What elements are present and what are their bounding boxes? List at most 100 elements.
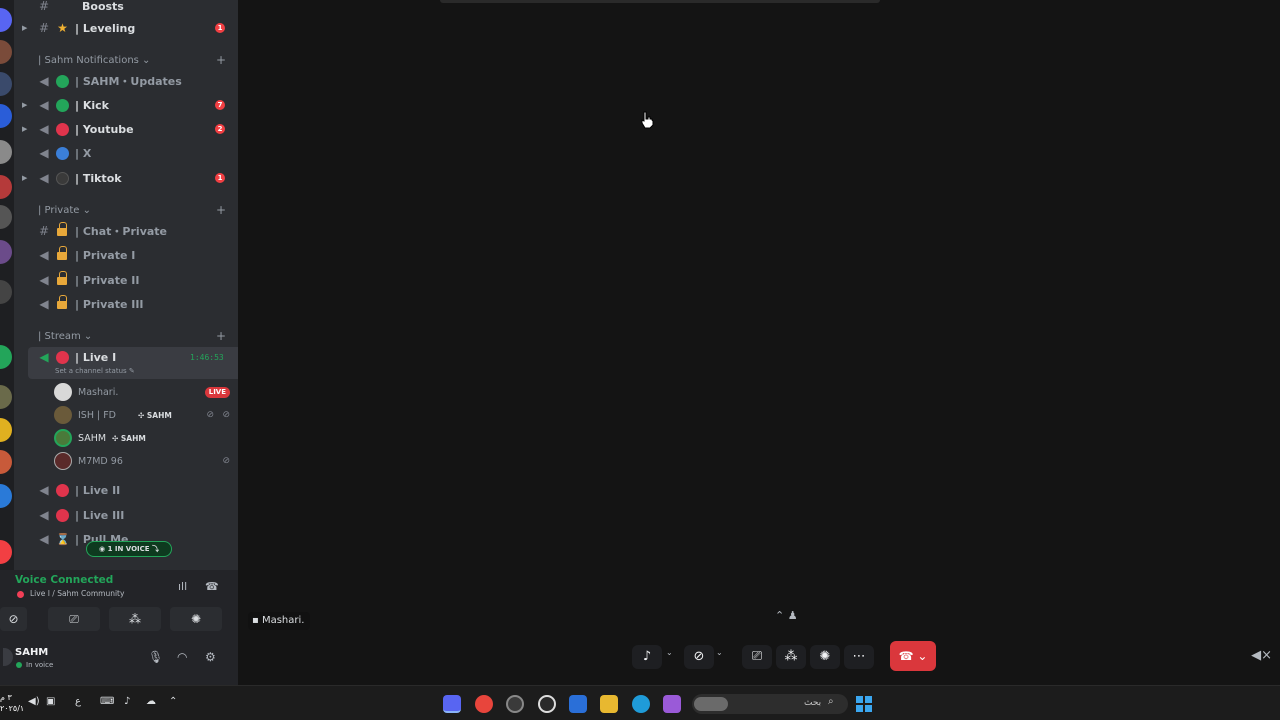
screen-share-button[interactable]: ⎚	[742, 645, 772, 669]
voice-user[interactable]: Mashari. LIVE	[54, 381, 238, 403]
channel-x[interactable]: ◀ | X	[14, 141, 238, 165]
cloud-icon[interactable]: ☁	[146, 696, 156, 707]
channel-updates[interactable]: ◀ | SAHM・Updates	[14, 69, 238, 93]
voice-connected-title[interactable]: Voice Connected	[15, 574, 113, 586]
voice-user[interactable]: ISH | FD ✣ SAHM ⊘ ⊘	[54, 404, 238, 426]
add-channel-button[interactable]: +	[216, 203, 226, 217]
mic-button[interactable]: ♪	[632, 645, 662, 669]
caret-icon: ▶	[22, 24, 28, 32]
chrome-taskbar-icon[interactable]	[475, 695, 493, 713]
add-channel-button[interactable]: +	[216, 53, 226, 67]
channel-chat-private[interactable]: # | Chat・Private	[14, 219, 238, 243]
server-icon[interactable]	[0, 385, 12, 409]
megaphone-icon: ◀	[39, 146, 49, 160]
channel-name: Boosts	[82, 0, 124, 13]
server-icon[interactable]	[0, 104, 12, 128]
in-voice-pill[interactable]: ◉ 1 IN VOICE ⤵	[86, 541, 172, 557]
camera-button[interactable]: ⊘	[684, 645, 714, 669]
server-icon[interactable]	[0, 205, 12, 229]
chevron-down-icon[interactable]: ⌄	[666, 648, 673, 657]
more-options-button[interactable]: ⋯	[844, 645, 874, 669]
disconnect-button[interactable]: ☎ ⌄	[890, 641, 936, 671]
microphone-icon[interactable]: 🎙︎	[148, 650, 163, 664]
channel-kick[interactable]: ▶ ◀ | Kick 7	[14, 93, 238, 117]
user-name[interactable]: SAHM	[15, 647, 48, 658]
server-icon[interactable]	[0, 72, 12, 96]
server-icon[interactable]	[0, 450, 12, 474]
avatar	[54, 429, 72, 447]
network-icon[interactable]: ▣	[46, 696, 55, 707]
server-icon[interactable]	[0, 484, 12, 508]
category-private[interactable]: | Private ⌄	[38, 205, 91, 216]
add-channel-button[interactable]: +	[216, 329, 226, 343]
channel-tiktok[interactable]: ▶ ◀ | Tiktok 1	[14, 166, 238, 190]
volume-icon[interactable]: ◀)	[28, 696, 40, 707]
channel-name: | Private II	[75, 273, 140, 287]
activities-button[interactable]: ⁂	[109, 607, 161, 631]
server-icon[interactable]	[0, 280, 12, 304]
soundboard-button[interactable]: ✺	[810, 645, 840, 669]
screen-share-button[interactable]: ⎚	[48, 607, 100, 631]
server-icon[interactable]	[0, 8, 12, 32]
server-icon[interactable]	[0, 240, 12, 264]
server-tag: ✣ SAHM	[112, 433, 146, 443]
obs-taskbar-icon[interactable]	[506, 695, 524, 713]
lock-icon	[57, 271, 67, 285]
channel-name: | Youtube	[75, 122, 134, 136]
channel-private-3[interactable]: ◀ | Private III	[14, 292, 238, 316]
user-status: In voice	[26, 661, 54, 669]
settings-taskbar-icon[interactable]	[538, 695, 556, 713]
search-placeholder: بحث	[804, 698, 822, 708]
set-channel-status[interactable]: Set a channel status ✎	[55, 367, 135, 375]
channel-leveling[interactable]: ▶ # ★ | Leveling 1	[14, 16, 238, 40]
server-icon[interactable]	[0, 345, 12, 369]
channel-live-3[interactable]: ◀ | Live III	[14, 503, 238, 527]
hash-icon: #	[38, 21, 50, 35]
lock-icon	[57, 246, 67, 260]
channel-youtube[interactable]: ▶ ◀ | Youtube 2	[14, 117, 238, 141]
windows-start-icon[interactable]	[856, 696, 872, 712]
server-icon[interactable]	[0, 40, 12, 64]
voice-user[interactable]: M7MD 96 ⊘	[54, 450, 238, 472]
channel-private-1[interactable]: ◀ | Private I	[14, 243, 238, 267]
soundboard-button[interactable]: ✺	[170, 607, 222, 631]
system-clock[interactable]: ٣ م ٢٠٢٥/١	[0, 692, 24, 714]
expand-members-button[interactable]: ⌃ ♟	[775, 609, 798, 622]
file-explorer-taskbar-icon[interactable]	[600, 695, 618, 713]
signal-icon[interactable]: ıll	[178, 580, 187, 593]
microphone-icon[interactable]: ♪	[124, 696, 130, 707]
channel-name: | Kick	[75, 98, 109, 112]
avatar[interactable]	[3, 648, 13, 666]
channel-private-2[interactable]: ◀ | Private II	[14, 268, 238, 292]
category-sahm-notifications[interactable]: | Sahm Notifications ⌄	[38, 55, 150, 66]
keyboard-icon[interactable]: ⌨	[100, 696, 114, 707]
voice-stage[interactable]	[238, 0, 1280, 685]
headphones-icon[interactable]: ◠	[177, 650, 187, 664]
store-taskbar-icon[interactable]	[569, 695, 587, 713]
server-icon[interactable]	[0, 418, 12, 442]
voice-user[interactable]: SAHM ✣ SAHM	[54, 427, 238, 449]
caret-icon: ▶	[22, 174, 28, 182]
server-icon[interactable]	[0, 140, 12, 164]
camera-off-button[interactable]: ⊘	[0, 607, 27, 631]
windows-taskbar: ٣ م ٢٠٢٥/١ ◀) ▣ ع ⌨ ♪ ☁ ⌃ بحث ⌕	[0, 685, 1280, 720]
chevron-down-icon[interactable]: ⌄	[716, 648, 723, 657]
server-icon[interactable]	[0, 175, 12, 199]
activities-button[interactable]: ⁂	[776, 645, 806, 669]
channel-name: | Leveling	[75, 21, 136, 35]
voice-channel-path[interactable]: Live I / Sahm Community	[30, 589, 124, 598]
category-stream[interactable]: | Stream ⌄	[38, 331, 92, 342]
server-tag: ✣ SAHM	[138, 410, 172, 420]
copilot-taskbar-icon[interactable]	[663, 695, 681, 713]
disconnect-icon[interactable]: ☎	[205, 580, 219, 593]
discord-taskbar-icon[interactable]	[443, 695, 461, 713]
pencil-icon: ✎	[128, 367, 135, 375]
language-indicator[interactable]: ع	[75, 696, 81, 707]
server-icon[interactable]	[0, 540, 12, 564]
channel-live-2[interactable]: ◀ | Live II	[14, 478, 238, 502]
gear-icon[interactable]: ⚙	[205, 650, 216, 664]
edge-taskbar-icon[interactable]	[632, 695, 650, 713]
volume-mute-icon[interactable]: ◀×	[1251, 648, 1272, 663]
chevron-up-icon[interactable]: ⌃	[169, 696, 177, 707]
status-text: Set a channel status	[55, 367, 127, 375]
